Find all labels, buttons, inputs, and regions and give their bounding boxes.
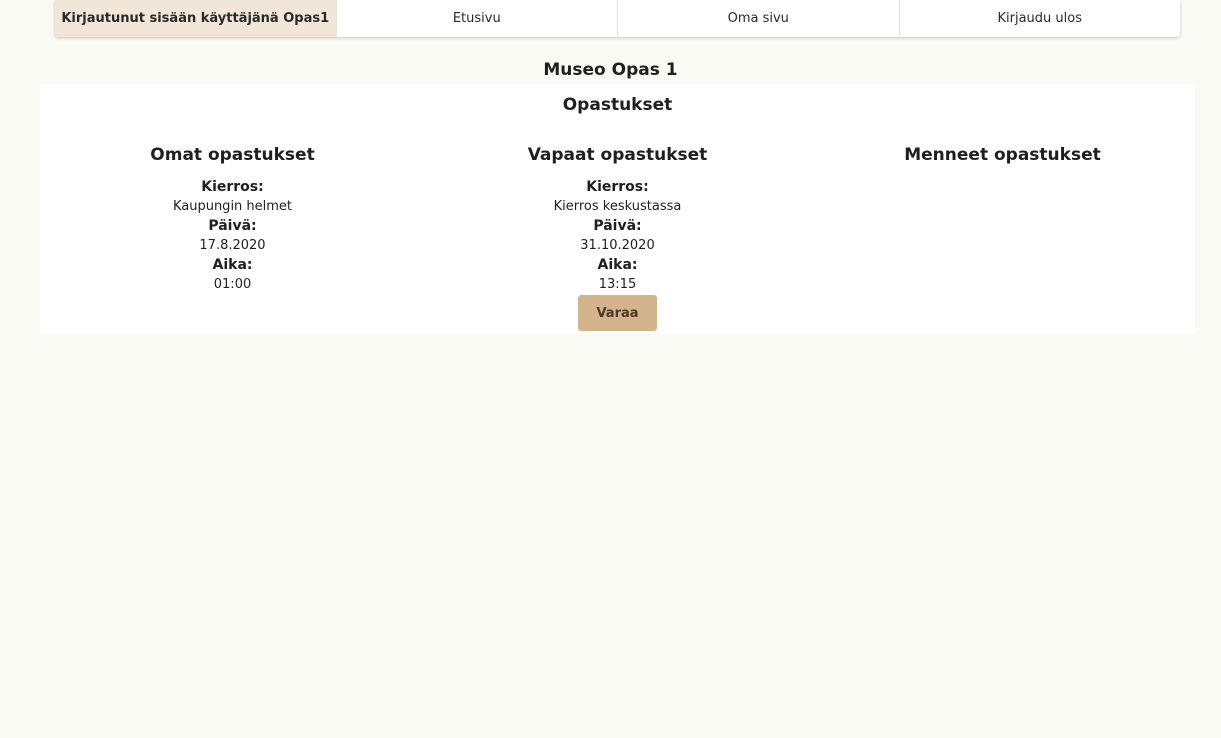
free-tours-column: Vapaat opastukset Kierros: Kierros kesku… (425, 145, 810, 331)
logged-in-status: Kirjautunut sisään käyttäjänä Opas1 (55, 0, 336, 37)
museum-title: Museo Opas 1 (543, 60, 678, 80)
free-tours-title: Vapaat opastukset (527, 145, 708, 165)
nav-home-link[interactable]: Etusivu (335, 0, 618, 37)
tour-time: 13:15 (598, 277, 637, 292)
date-label: Päivä: (593, 218, 642, 234)
tour-time: 01:00 (213, 277, 252, 292)
past-tours-column: Menneet opastukset (810, 145, 1195, 178)
time-label: Aika: (597, 257, 638, 273)
nav-my-page-link[interactable]: Oma sivu (617, 0, 899, 37)
tours-panel: Opastukset Omat opastukset Kierros: Kaup… (40, 84, 1195, 334)
tour-name: Kierros keskustassa (553, 199, 682, 214)
tour-date: 31.10.2020 (580, 238, 655, 253)
past-tours-title: Menneet opastukset (904, 145, 1101, 165)
tour-label: Kierros: (586, 179, 649, 195)
tour-label: Kierros: (201, 179, 264, 195)
tour-date: 17.8.2020 (199, 238, 266, 253)
tour-name: Kaupungin helmet (172, 199, 293, 214)
nav-logout-link[interactable]: Kirjaudu ulos (898, 0, 1181, 37)
own-tours-column: Omat opastukset Kierros: Kaupungin helme… (40, 145, 425, 295)
section-title: Opastukset (562, 95, 673, 115)
book-tour-button[interactable]: Varaa (578, 295, 657, 331)
time-label: Aika: (212, 257, 253, 273)
date-label: Päivä: (208, 218, 257, 234)
own-tours-title: Omat opastukset (150, 145, 315, 165)
top-navbar: Kirjautunut sisään käyttäjänä Opas1 Etus… (55, 0, 1180, 37)
